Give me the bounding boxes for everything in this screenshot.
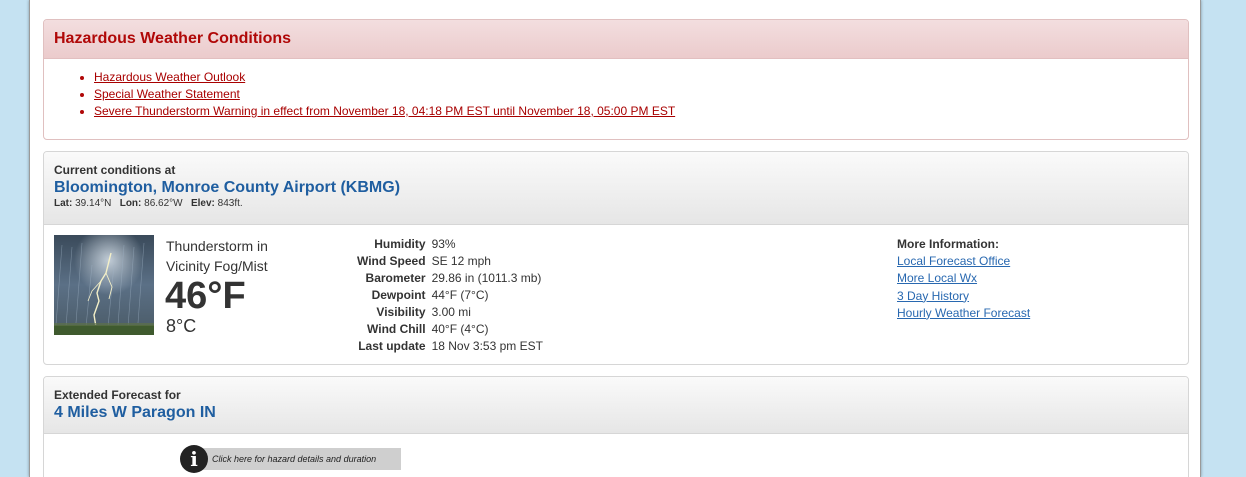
- elev-label: Elev:: [190, 198, 215, 209]
- lon-value: 86.62°W: [144, 198, 183, 209]
- table-row: Humidity 93%: [354, 236, 546, 253]
- condition-summary: Thunderstorm in Vicinity Fog/Mist: [166, 238, 268, 274]
- hazard-details-button[interactable]: i Click here for hazard details and dura…: [180, 445, 401, 473]
- table-row: Wind Speed SE 12 mph: [354, 253, 546, 270]
- page-container: Hazardous Weather Conditions Hazardous W…: [29, 0, 1201, 477]
- extended-forecast-heading: Extended Forecast for: [54, 388, 181, 402]
- table-row: Visibility 3.00 mi: [354, 304, 546, 321]
- detail-label: Humidity: [374, 237, 426, 251]
- detail-value: 93%: [431, 237, 456, 251]
- table-row: Last update 18 Nov 3:53 pm EST: [354, 338, 546, 355]
- detail-value: 40°F (4°C): [431, 322, 489, 336]
- hazard-panel: Hazardous Weather Conditions Hazardous W…: [43, 19, 1189, 140]
- conditions-details-table: Humidity 93% Wind Speed SE 12 mph Baromete…: [354, 236, 546, 355]
- hazard-link-outlook[interactable]: Hazardous Weather Outlook: [94, 70, 245, 84]
- station-name: Bloomington, Monroe County Airport (KBMG…: [54, 179, 401, 196]
- detail-label: Barometer: [365, 271, 426, 285]
- elev-value: 843ft.: [217, 198, 243, 209]
- more-local-wx-link[interactable]: More Local Wx: [897, 270, 1030, 287]
- info-icon: i: [180, 445, 208, 473]
- station-coordinates: Lat: 39.14°N Lon: 86.62°W Elev: 843ft.: [54, 198, 1178, 209]
- table-row: Dewpoint 44°F (7°C): [354, 287, 546, 304]
- current-conditions-heading: Current conditions at: [54, 163, 176, 177]
- lat-value: 39.14°N: [75, 198, 112, 209]
- detail-value: SE 12 mph: [431, 254, 491, 268]
- table-row: Wind Chill 40°F (4°C): [354, 321, 546, 338]
- hazard-link-special-statement[interactable]: Special Weather Statement: [94, 87, 240, 101]
- hazard-title: Hazardous Weather Conditions: [54, 30, 292, 47]
- extended-forecast-header: Extended Forecast for 4 Miles W Paragon …: [44, 377, 1188, 434]
- detail-label: Dewpoint: [371, 288, 426, 302]
- detail-value: 29.86 in (1011.3 mb): [431, 271, 542, 285]
- temperature-c: 8°C: [166, 316, 197, 336]
- detail-label: Visibility: [376, 305, 426, 319]
- more-information: More Information: Local Forecast Office …: [897, 236, 1030, 322]
- detail-label: Last update: [358, 339, 426, 353]
- table-row: Barometer 29.86 in (1011.3 mb): [354, 270, 546, 287]
- current-conditions-panel: Current conditions at Bloomington, Monro…: [43, 151, 1189, 365]
- current-conditions-header: Current conditions at Bloomington, Monro…: [44, 152, 1188, 225]
- detail-value: 18 Nov 3:53 pm EST: [431, 339, 543, 353]
- hourly-forecast-link[interactable]: Hourly Weather Forecast: [897, 305, 1030, 322]
- detail-value: 3.00 mi: [431, 305, 471, 319]
- temperature-f: 46°F: [165, 275, 246, 317]
- list-item: Special Weather Statement: [94, 86, 1188, 103]
- hazard-link-thunderstorm-warning[interactable]: Severe Thunderstorm Warning in effect fr…: [94, 104, 675, 118]
- lat-label: Lat:: [54, 198, 73, 209]
- three-day-history-link[interactable]: 3 Day History: [897, 288, 1030, 305]
- hazard-details-label: Click here for hazard details and durati…: [196, 448, 401, 470]
- list-item: Severe Thunderstorm Warning in effect fr…: [94, 103, 1188, 120]
- lon-label: Lon:: [119, 198, 142, 209]
- thunderstorm-lightning-icon: [54, 235, 154, 335]
- forecast-location: 4 Miles W Paragon IN: [54, 404, 216, 421]
- hazard-list: Hazardous Weather Outlook Special Weathe…: [94, 69, 1188, 120]
- extended-forecast-panel: Extended Forecast for 4 Miles W Paragon …: [43, 376, 1189, 477]
- list-item: Hazardous Weather Outlook: [94, 69, 1188, 86]
- detail-value: 44°F (7°C): [431, 288, 489, 302]
- hazard-panel-header: Hazardous Weather Conditions: [44, 20, 1188, 59]
- local-forecast-office-link[interactable]: Local Forecast Office: [897, 253, 1030, 270]
- more-information-title: More Information:: [897, 237, 999, 251]
- detail-label: Wind Speed: [357, 254, 426, 268]
- detail-label: Wind Chill: [367, 322, 426, 336]
